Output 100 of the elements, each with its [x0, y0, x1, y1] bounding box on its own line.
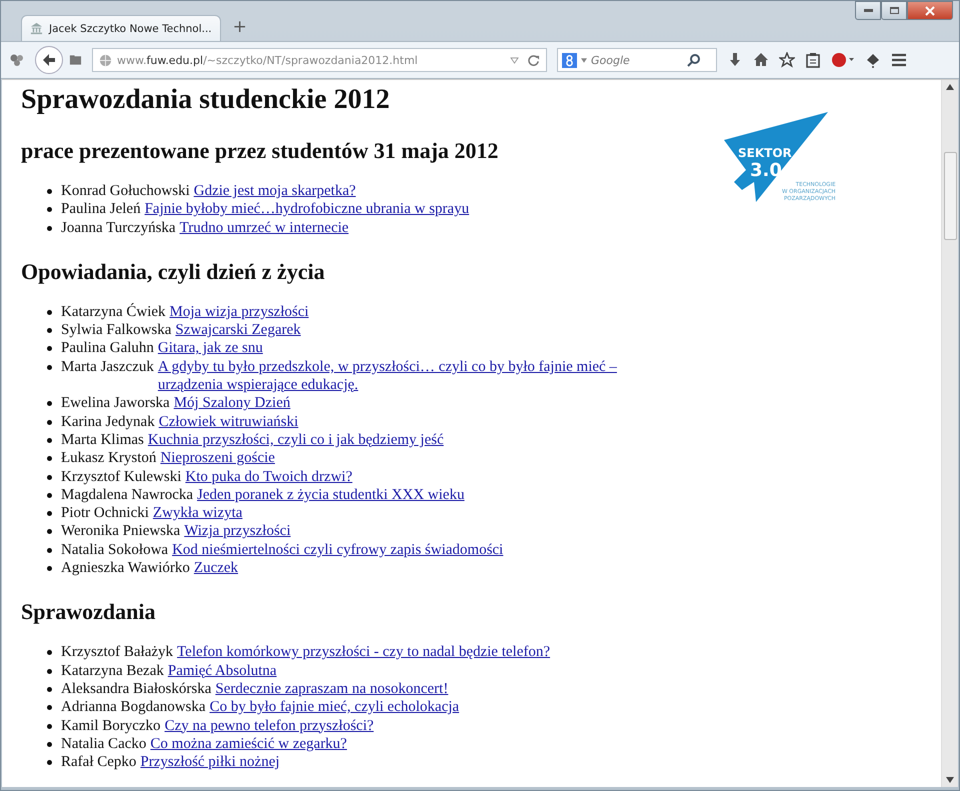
page-title: Sprawozdania studenckie 2012: [21, 84, 391, 116]
scrollbar-thumb[interactable]: [944, 152, 957, 240]
report-link[interactable]: Człowiek witruwiański: [158, 412, 298, 431]
author-name: Agnieszka Wawiórko: [61, 559, 190, 578]
home-icon[interactable]: [753, 52, 769, 68]
bullet: [47, 346, 52, 352]
author-name: Kamil Boryczko: [61, 716, 161, 735]
scrollbar[interactable]: [941, 80, 958, 787]
report-link[interactable]: Telefon komórkowy przyszłości - czy to nadal będzie telefon?: [177, 643, 550, 662]
section-heading: Opowiadania, czyli dzień z życia: [21, 258, 325, 285]
reload-icon[interactable]: [527, 54, 540, 66]
author-name: Joanna Turczyńska: [61, 218, 176, 237]
close-icon: [925, 6, 935, 16]
bullet: [47, 760, 52, 766]
folder-icon[interactable]: [69, 54, 82, 66]
bullet: [47, 705, 52, 710]
report-link[interactable]: Kod nieśmiertelności czyli cyfrowy zapis świadomości: [172, 540, 504, 560]
report-link[interactable]: Mój Szalony Dzień: [174, 394, 290, 413]
report-link[interactable]: Zuczek: [194, 559, 238, 578]
bullet: [47, 420, 52, 425]
search-bar[interactable]: Google: [557, 48, 717, 72]
menu-icon[interactable]: [891, 52, 907, 68]
bullet: [47, 207, 52, 212]
report-link[interactable]: Zwykła wizyta: [152, 504, 242, 522]
bullet: [47, 529, 52, 534]
author-name: Marta Jaszczuk: [61, 358, 154, 377]
report-link[interactable]: Pamięć Absolutna: [168, 662, 277, 680]
url-text: www.fuw.edu.pl/~szczytko/NT/sprawozdania2012.html: [117, 54, 418, 66]
bullet: [47, 474, 52, 480]
download-icon[interactable]: [727, 52, 743, 68]
new-tab-button[interactable]: +: [232, 17, 247, 37]
report-link[interactable]: Szwajcarski Zegarek: [175, 321, 301, 340]
report-link[interactable]: Trudno umrzeć w internecie: [180, 218, 349, 237]
bullet: [47, 328, 52, 334]
report-link[interactable]: Fajnie byłoby mieć…hydrofobiczne ubrania w sprayu: [144, 200, 470, 219]
report-link[interactable]: Gdzie jest moja skarpetka?: [194, 182, 356, 200]
author-name: Konrad Gołuchowski: [61, 182, 190, 200]
report-link[interactable]: Czy na pewno telefon przyszłości?: [164, 716, 374, 735]
report-link[interactable]: Kto puka do Twoich drzwi?: [185, 468, 352, 486]
bullet: [47, 310, 52, 315]
author-name: Karina Jedynak: [61, 412, 155, 431]
back-button[interactable]: [35, 46, 63, 74]
author-name: Rafał Cepko: [61, 753, 136, 772]
report-link[interactable]: Przyszłość piłki nożnej: [140, 753, 280, 772]
author-name: Sylwia Falkowska: [61, 321, 172, 340]
bullet: [47, 364, 52, 370]
bullet: [47, 742, 52, 747]
report-link[interactable]: Wizja przyszłości: [184, 522, 291, 541]
author-name: Adrianna Bogdanowska: [61, 698, 206, 717]
author-name: Aleksandra Białoskórska: [61, 680, 212, 698]
bullet: [47, 401, 52, 406]
scroll-up-icon[interactable]: [946, 84, 954, 90]
browser-tab[interactable]: Jacek Szczytko Nowe Technol...: [21, 15, 221, 41]
author-name: Natalia Sokołowa: [61, 540, 168, 560]
bullet: [47, 511, 52, 516]
scroll-down-icon[interactable]: [946, 777, 954, 783]
author-name: Krzysztof Bałażyk: [61, 643, 174, 662]
author-name: Natalia Cacko: [61, 734, 146, 754]
report-link[interactable]: Nieproszeni goście: [160, 449, 275, 468]
dropdown-icon[interactable]: [581, 58, 587, 62]
author-name: Marta Klimas: [61, 430, 144, 450]
bullet: [47, 492, 52, 498]
clipboard-icon[interactable]: [805, 52, 821, 68]
bullet: [47, 226, 52, 231]
bullet: [47, 650, 52, 656]
section-heading: prace prezentowane przez studentów 31 maja 2012: [21, 138, 498, 164]
search-field[interactable]: Google: [591, 54, 683, 66]
section-heading: Sprawozdania: [21, 599, 156, 626]
minimize-button[interactable]: [855, 1, 881, 20]
report-link[interactable]: Gitara, jak ze snu: [158, 339, 263, 358]
bullet: [47, 668, 52, 674]
star-icon[interactable]: [779, 52, 795, 68]
bullet: [47, 438, 52, 443]
bullet: [47, 566, 52, 572]
building-icon: [30, 22, 43, 35]
report-link[interactable]: Kuchnia przyszłości, czyli co i jak będziemy jeść: [148, 430, 444, 450]
report-link[interactable]: Jeden poranek z życia studentki XXX wieku: [197, 486, 464, 504]
report-link[interactable]: Co by było fajnie mieć, czyli echolokacja: [210, 698, 460, 717]
report-link[interactable]: Co można zamieścić w zegarku?: [150, 734, 347, 754]
globe-icon: [99, 54, 112, 66]
author-name: Paulina Jeleń: [61, 200, 141, 219]
close-button[interactable]: [907, 1, 953, 20]
search-icon[interactable]: [687, 53, 701, 67]
bullet: [47, 456, 52, 462]
author-name: Łukasz Krystoń: [61, 449, 156, 468]
address-bar[interactable]: www.fuw.edu.pl/~szczytko/NT/sprawozdania2012.html: [92, 48, 547, 72]
report-link[interactable]: Moja wizja przyszłości: [170, 302, 309, 322]
dropdown-icon[interactable]: [510, 56, 519, 64]
author-name: Weronika Pniewska: [61, 522, 180, 541]
maximize-button[interactable]: [881, 1, 907, 20]
report-link[interactable]: Serdecznie zapraszam na nosokoncert!: [215, 680, 448, 698]
search-engine-icon[interactable]: [562, 52, 577, 68]
author-name: Katarzyna Ćwiek: [61, 302, 166, 322]
author-name: Ewelina Jaworska: [61, 394, 170, 413]
author-name: Krzysztof Kulewski: [61, 468, 182, 486]
author-name: Piotr Ochnicki: [61, 504, 149, 522]
back-arrow-icon: [41, 52, 57, 68]
bullet: [47, 686, 52, 692]
bullet: [47, 189, 52, 194]
report-link[interactable]: A gdyby tu było przedszkole, w przyszłości… czyli co by było fajnie mieć – urządzenia wspierające edukację.: [158, 358, 641, 394]
